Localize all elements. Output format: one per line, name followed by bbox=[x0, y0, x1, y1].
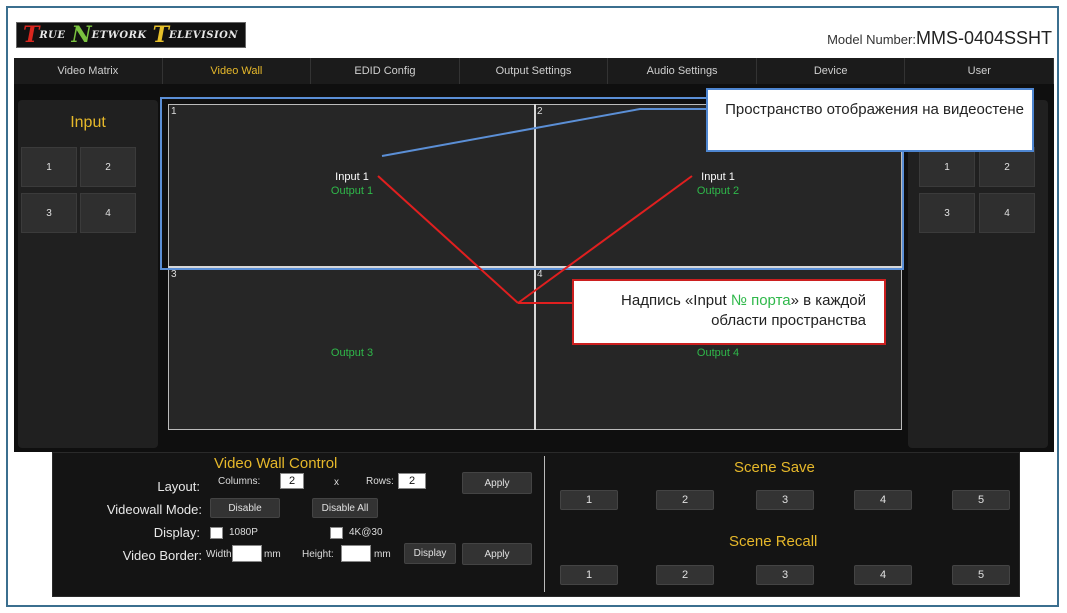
callout-label-port: № порта bbox=[730, 292, 791, 309]
height-unit: mm bbox=[374, 549, 391, 560]
scene-recall-button-4[interactable]: 4 bbox=[854, 565, 912, 585]
disable-button[interactable]: Disable bbox=[210, 498, 280, 518]
scene-save-button-5[interactable]: 5 bbox=[952, 490, 1010, 510]
scene-recall-button-5[interactable]: 5 bbox=[952, 565, 1010, 585]
scene-save-button-3[interactable]: 3 bbox=[756, 490, 814, 510]
height-label: Height: bbox=[302, 549, 334, 560]
scene-recall-title: Scene Recall bbox=[729, 533, 818, 550]
scene-save-title: Scene Save bbox=[734, 459, 815, 476]
columns-label: Columns: bbox=[218, 476, 261, 487]
x-separator: x bbox=[334, 477, 339, 488]
width-unit: mm bbox=[264, 549, 281, 560]
callout-input-label: Надпись «Input № порта» в каждой области… bbox=[572, 279, 886, 345]
border-display-button[interactable]: Display bbox=[404, 543, 456, 564]
scene-save-button-1[interactable]: 1 bbox=[560, 490, 618, 510]
display-label: Display: bbox=[153, 525, 200, 540]
callout-label-pre: Надпись «Input bbox=[621, 292, 731, 309]
red-pointer-line-1 bbox=[377, 175, 519, 304]
rows-label: Rows: bbox=[366, 476, 394, 487]
layout-apply-button[interactable]: Apply bbox=[462, 472, 532, 494]
video-border-label: Video Border: bbox=[122, 548, 202, 563]
video-wall-control-title: Video Wall Control bbox=[214, 455, 338, 472]
layout-label: Layout: bbox=[157, 479, 200, 494]
width-input[interactable] bbox=[232, 545, 262, 562]
checkbox-1080p[interactable] bbox=[210, 527, 223, 539]
scene-save-button-2[interactable]: 2 bbox=[656, 490, 714, 510]
columns-input[interactable]: 2 bbox=[280, 473, 304, 489]
border-apply-button[interactable]: Apply bbox=[462, 543, 532, 565]
callout-display-space: Пространство отображения на видеостене bbox=[706, 88, 1034, 152]
rows-input[interactable]: 2 bbox=[398, 473, 426, 489]
scene-recall-button-3[interactable]: 3 bbox=[756, 565, 814, 585]
scene-recall-button-1[interactable]: 1 bbox=[560, 565, 618, 585]
option-1080p-label: 1080P bbox=[229, 527, 258, 538]
blue-pointer-line bbox=[381, 108, 706, 157]
option-4k30-label: 4K@30 bbox=[349, 527, 383, 538]
control-divider bbox=[544, 456, 545, 592]
videowall-mode-label: Videowall Mode: bbox=[106, 502, 202, 517]
height-input[interactable] bbox=[341, 545, 371, 562]
scene-recall-button-2[interactable]: 2 bbox=[656, 565, 714, 585]
scene-save-button-4[interactable]: 4 bbox=[854, 490, 912, 510]
width-label: Width: bbox=[206, 549, 235, 560]
disable-all-button[interactable]: Disable All bbox=[312, 498, 378, 518]
checkbox-4k30[interactable] bbox=[330, 527, 343, 539]
